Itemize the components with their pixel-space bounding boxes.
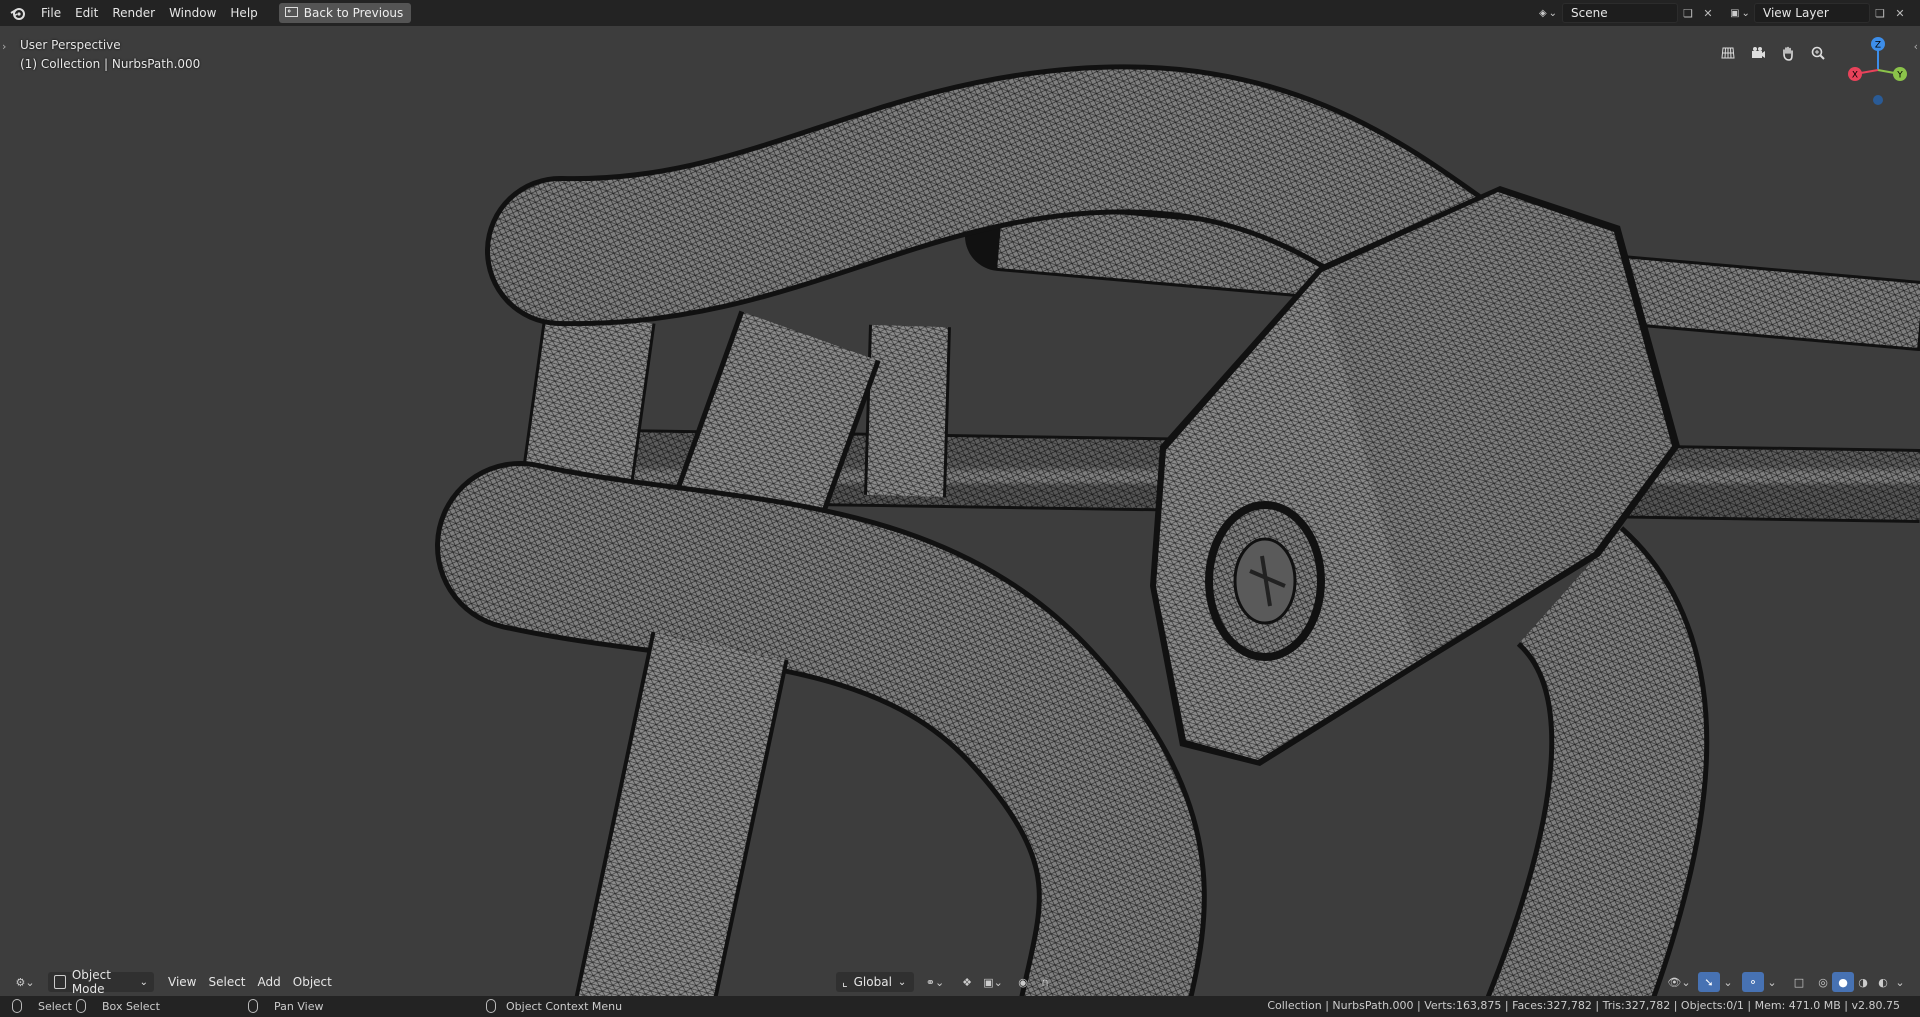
show-overlays-icon[interactable]: ⚬ [1742, 972, 1764, 992]
back-to-previous-button[interactable]: Back to Previous [278, 3, 412, 23]
left-mouse-icon [12, 999, 22, 1013]
show-gizmo-icon[interactable]: ➘ [1698, 972, 1720, 992]
gizmo-options-chevron-icon[interactable]: ⌄ [1720, 972, 1736, 992]
orientation-label: Global [853, 975, 892, 989]
menu-edit[interactable]: Edit [68, 3, 105, 23]
navigation-gizmo[interactable]: Z Y X [1840, 34, 1910, 118]
wireframe-mesh-scene [435, 64, 1920, 996]
perspective-label: User Perspective [20, 38, 121, 52]
scene-statistics: Collection | NurbsPath.000 | Verts:163,8… [1267, 999, 1900, 1012]
status-bar: Select Box Select Pan View Object Contex… [0, 996, 1920, 1017]
menu-help[interactable]: Help [223, 3, 264, 23]
left-region-toggle-icon[interactable]: › [2, 40, 6, 53]
menu-object[interactable]: Object [287, 972, 338, 992]
delete-scene-icon[interactable]: ✕ [1698, 3, 1718, 23]
menu-file[interactable]: File [34, 3, 68, 23]
scene-name-field[interactable]: Scene [1562, 3, 1678, 23]
status-box-select-label: Box Select [102, 999, 160, 1013]
scene-browse-icon[interactable]: ◈ ⌄ [1534, 3, 1562, 23]
box-select-mouse-icon [76, 999, 86, 1013]
svg-text:X: X [1852, 71, 1858, 81]
zoom-icon[interactable] [1805, 40, 1831, 66]
object-mode-label: Object Mode [71, 968, 111, 996]
object-mode-icon [54, 975, 66, 989]
svg-text:Z: Z [1875, 41, 1881, 51]
status-pan-label: Pan View [274, 999, 324, 1013]
status-pan-hint: Pan View [248, 999, 323, 1013]
falloff-curve-icon[interactable]: ∩ [1034, 972, 1056, 992]
menu-render[interactable]: Render [105, 3, 162, 23]
screen-back-icon [284, 7, 298, 17]
shading-options-chevron-icon[interactable]: ⌄ [1892, 972, 1908, 992]
status-select-hint: Select [12, 999, 72, 1013]
toggle-grid-icon[interactable] [1715, 40, 1741, 66]
3d-viewport[interactable]: User Perspective (1) Collection | NurbsP… [0, 26, 1920, 996]
svg-text:Y: Y [1896, 71, 1903, 81]
visibility-selectability-icon[interactable]: 👁⌄ [1664, 972, 1694, 992]
proportional-edit-icon[interactable]: ◉ [1012, 972, 1034, 992]
collection-label: (1) Collection | NurbsPath.000 [20, 57, 201, 71]
orientation-axes-icon: ⌞ [842, 975, 848, 989]
object-mode-dropdown[interactable]: Object Mode ⌄ [48, 968, 154, 996]
viewport-info: User Perspective (1) Collection | NurbsP… [20, 36, 200, 74]
pivot-point-icon[interactable]: ⚭⌄ [920, 972, 950, 992]
snap-toggle-icon[interactable]: ❖ [956, 972, 978, 992]
overlay-options-chevron-icon[interactable]: ⌄ [1764, 972, 1780, 992]
material-preview-shading-icon[interactable]: ◑ [1852, 972, 1874, 992]
new-view-layer-icon[interactable]: ❏ [1870, 3, 1890, 23]
editor-type-icon[interactable]: ⚙⌄ [10, 972, 40, 992]
delete-view-layer-icon[interactable]: ✕ [1890, 3, 1910, 23]
menu-select[interactable]: Select [202, 972, 251, 992]
menu-view[interactable]: View [162, 972, 202, 992]
rendered-shading-icon[interactable]: ◐ [1872, 972, 1894, 992]
workspace-selectors: ◈ ⌄ Scene ❏ ✕ ▣ ⌄ View Layer ❏ ✕ [1534, 0, 1920, 26]
chevron-down-icon: ⌄ [897, 976, 907, 988]
status-context-menu-label: Object Context Menu [506, 999, 623, 1013]
chevron-down-icon: ⌄ [139, 976, 148, 988]
status-select-label: Select [38, 999, 72, 1013]
wireframe-shading-icon[interactable]: ◎ [1812, 972, 1834, 992]
new-scene-icon[interactable]: ❏ [1678, 3, 1698, 23]
xray-toggle-icon[interactable]: □ [1788, 972, 1810, 992]
gizmo-neg-z-axis [1873, 95, 1883, 105]
right-mouse-icon [486, 999, 496, 1013]
view-layer-browse-icon[interactable]: ▣ ⌄ [1726, 3, 1754, 23]
status-box-select-hint: Box Select [76, 999, 160, 1013]
viewport-header: ⚙⌄ Object Mode ⌄ View Select Add Object … [0, 968, 1920, 996]
camera-view-icon[interactable] [1745, 40, 1771, 66]
right-region-toggle-icon[interactable]: ‹ [1914, 40, 1918, 53]
menu-add[interactable]: Add [252, 972, 287, 992]
status-context-menu-hint: Object Context Menu [486, 999, 622, 1013]
top-bar: File Edit Render Window Help Back to Pre… [0, 0, 1920, 26]
menu-window[interactable]: Window [162, 3, 223, 23]
pan-hand-icon[interactable] [1775, 40, 1801, 66]
view-layer-name-field[interactable]: View Layer [1754, 3, 1870, 23]
blender-logo-icon[interactable] [10, 5, 26, 21]
middle-mouse-icon [248, 999, 258, 1013]
transform-orientation-dropdown[interactable]: ⌞ Global ⌄ [836, 972, 914, 992]
snap-element-icon[interactable]: ▣⌄ [978, 972, 1008, 992]
solid-shading-icon[interactable]: ● [1832, 972, 1854, 992]
back-to-previous-label: Back to Previous [303, 6, 404, 20]
